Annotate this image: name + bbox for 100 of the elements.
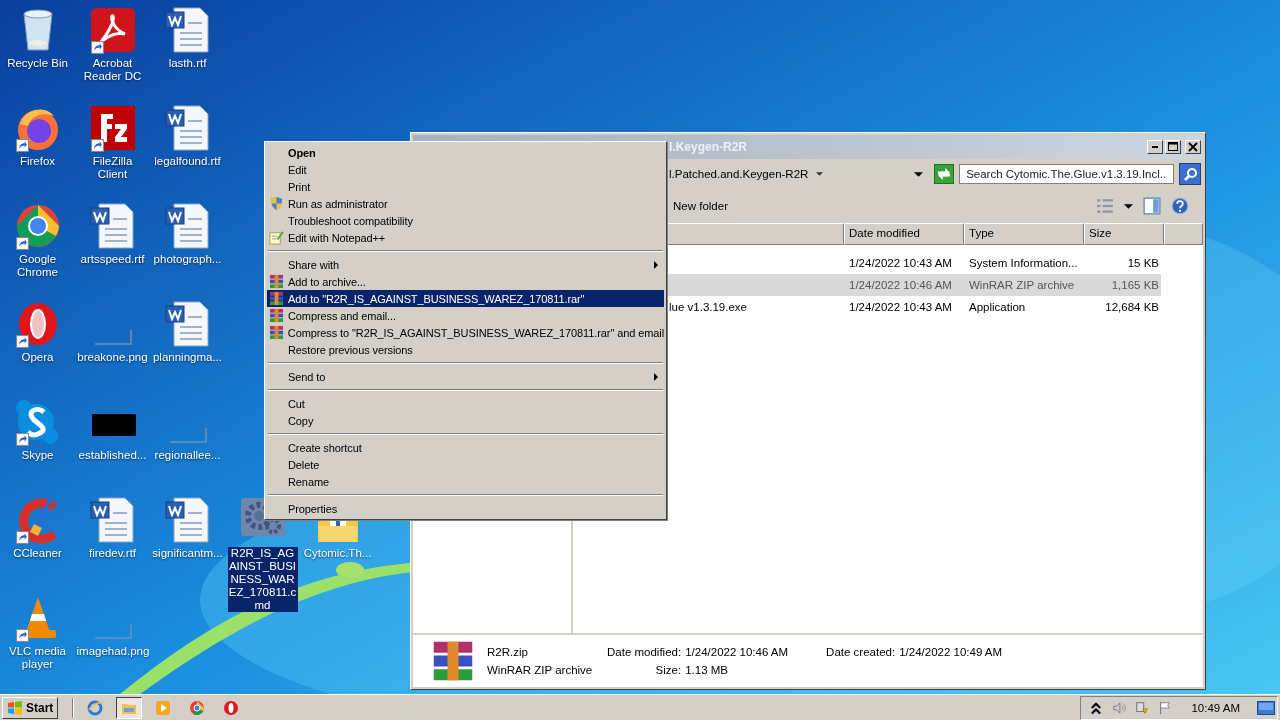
icon-label[interactable]: artsspeed.rtf — [76, 253, 149, 266]
menu-item[interactable]: Edit with Notepad++ — [267, 229, 664, 246]
column-header[interactable] — [1164, 223, 1203, 245]
icon-label[interactable]: Google Chrome — [1, 253, 74, 279]
icon-label[interactable]: photograph... — [151, 253, 224, 266]
refresh-button[interactable] — [934, 164, 955, 184]
document-icon — [163, 300, 212, 348]
icon-label[interactable]: imagehad.png — [76, 645, 149, 658]
flag-icon[interactable] — [1158, 700, 1173, 715]
refresh-arrows-icon — [938, 168, 951, 180]
icon-label[interactable]: VLC media player — [1, 645, 74, 671]
close-icon — [1188, 142, 1198, 152]
menu-item[interactable]: Compress and email... — [267, 307, 664, 324]
detail-value: 1/24/2022 10:46 AM — [685, 645, 789, 659]
table-cell-text: 1/24/2022 10:46 AM — [848, 279, 953, 291]
books-icon — [269, 291, 284, 306]
icon-label[interactable]: Recycle Bin — [1, 57, 74, 70]
file-type: WinRAR ZIP archive — [487, 663, 594, 677]
maximize-button[interactable] — [1165, 140, 1181, 154]
detail-label: Date modified: — [607, 645, 682, 659]
new-folder-button[interactable]: New folder — [669, 198, 732, 214]
search-icon — [1183, 167, 1197, 181]
menu-item[interactable]: Share with — [267, 256, 664, 273]
clock[interactable]: 10:49 AM — [1191, 701, 1240, 714]
document-icon — [88, 202, 137, 250]
books-icon — [269, 308, 284, 323]
search-button[interactable] — [1179, 163, 1201, 185]
menu-item[interactable]: Copy — [267, 412, 664, 429]
document-icon — [163, 104, 212, 152]
document-icon — [163, 6, 212, 54]
icon-label[interactable]: firedev.rtf — [76, 547, 149, 560]
image-thumbnail-icon — [92, 328, 133, 346]
table-cell-text: 1,165 KB — [1110, 279, 1160, 291]
icon-label[interactable]: CCleaner — [1, 547, 74, 560]
menu-item[interactable]: Cut — [267, 395, 664, 412]
notepad-icon — [269, 230, 284, 245]
minimize-button[interactable] — [1147, 140, 1163, 154]
table-cell-text: 1/24/2022 10:43 AM — [848, 301, 953, 313]
detail-value: 1.13 MB — [685, 663, 729, 677]
chevron-up-icon[interactable] — [1089, 700, 1104, 715]
menu-item[interactable]: Run as administrator — [267, 195, 664, 212]
icon-label[interactable]: legalfound.rtf — [151, 155, 224, 168]
network-icon[interactable] — [1135, 700, 1150, 715]
table-cell-text: Application — [968, 301, 1027, 313]
caret-icon[interactable] — [1124, 203, 1133, 209]
menu-item[interactable]: Troubleshoot compatibility — [267, 212, 664, 229]
image-thumbnail-icon — [92, 622, 133, 640]
menu-item[interactable]: Add to "R2R_IS_AGAINST_BUSINESS_WAREZ_170811.rar" — [267, 290, 664, 307]
taskbar-button[interactable] — [116, 696, 143, 719]
maximize-icon — [1168, 142, 1178, 152]
menu-item[interactable]: Send to — [267, 368, 664, 385]
icon-label[interactable]: Opera — [1, 351, 74, 364]
icon-label[interactable]: breakone.png — [76, 351, 149, 364]
image-thumbnail-icon — [167, 426, 208, 444]
document-icon — [88, 496, 137, 544]
detail-value: 1/24/2022 10:49 AM — [899, 645, 1003, 659]
shield-icon — [269, 196, 284, 211]
menu-item[interactable]: Create shortcut — [267, 439, 664, 456]
icon-label[interactable]: Firefox — [1, 155, 74, 168]
books-icon — [431, 639, 475, 683]
browser-icon — [189, 699, 206, 716]
icon-label[interactable]: established... — [76, 449, 149, 462]
show-desktop-icon[interactable] — [1257, 700, 1275, 715]
icon-label[interactable]: lasth.rtf — [151, 57, 224, 70]
windows-flag-icon — [7, 699, 23, 716]
search-field[interactable]: Search Cytomic.The.Glue.v1.3.19.Incl... — [959, 164, 1175, 184]
table-cell-text: lue v1.3.19.exe — [668, 301, 748, 313]
column-header[interactable]: Type — [964, 223, 1084, 245]
file-name: R2R.zip — [487, 645, 529, 659]
caret-icon — [914, 171, 924, 177]
submenu-arrow-icon — [654, 260, 658, 269]
detail-label: Date created: — [826, 645, 896, 659]
icon-label[interactable]: FileZilla Client — [76, 155, 149, 181]
column-header[interactable]: Size — [1084, 223, 1164, 245]
icon-label[interactable]: R2R_IS_AGAINST_BUSINESS_WAREZ_170811.cmd — [227, 547, 298, 612]
table-cell-text: 15 KB — [1126, 257, 1160, 269]
icon-label[interactable]: Skype — [1, 449, 74, 462]
column-header[interactable]: Date modified — [844, 223, 964, 245]
menu-item[interactable]: Compress to "R2R_IS_AGAINST_BUSINESS_WAREZ_170811.rar" and email — [267, 324, 664, 341]
icon-label[interactable]: Acrobat Reader DC — [76, 57, 149, 83]
caret-icon — [816, 172, 824, 176]
menu-item[interactable]: Rename — [267, 473, 664, 490]
menu-item[interactable]: Properties — [267, 500, 664, 517]
window-title: l.Keygen-R2R — [669, 140, 748, 154]
menu-item[interactable]: Open — [267, 144, 664, 161]
submenu-arrow-icon — [654, 372, 658, 381]
icon-label[interactable]: planningma... — [151, 351, 224, 364]
help-icon[interactable] — [1171, 197, 1189, 215]
close-button[interactable] — [1185, 140, 1201, 154]
preview-pane-icon[interactable] — [1143, 197, 1161, 215]
ring-icon — [223, 699, 240, 716]
start-button[interactable]: Start — [2, 696, 59, 719]
detail-label: Size: — [654, 663, 682, 677]
menu-item[interactable]: Delete — [267, 456, 664, 473]
document-icon — [163, 496, 212, 544]
icon-label[interactable]: regionallee... — [151, 449, 224, 462]
menu-item[interactable]: Restore previous versions — [267, 341, 664, 358]
books-icon — [268, 325, 284, 340]
media-player-icon — [155, 699, 172, 716]
icon-label[interactable]: significantm... — [151, 547, 224, 560]
